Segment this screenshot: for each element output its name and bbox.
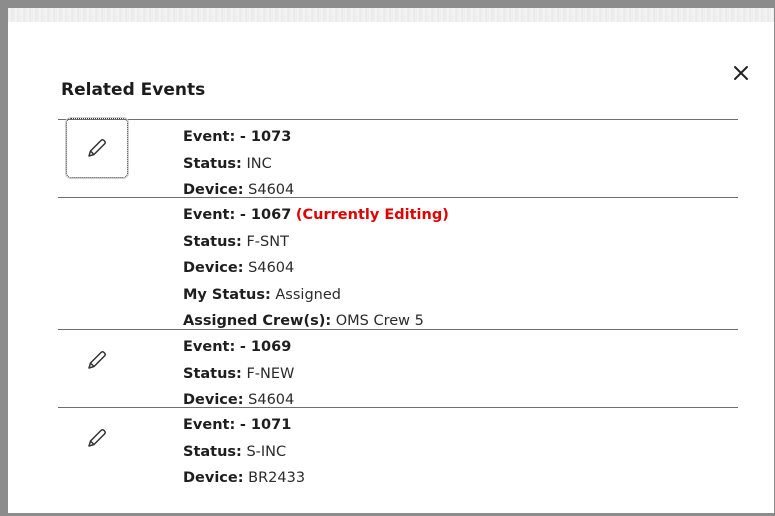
event-details: Event: - 1073 Status: INC Device: S4604 xyxy=(183,124,294,204)
event-item-1067: Event: - 1067 (Currently Editing) Status… xyxy=(58,197,738,329)
event-details: Event: - 1069 Status: F-NEW Device: S460… xyxy=(183,334,294,414)
event-label: Event: xyxy=(183,339,236,355)
event-number: - 1069 xyxy=(239,339,292,355)
event-label: Event: xyxy=(183,417,236,433)
close-icon xyxy=(734,66,748,80)
event-number: - 1067 xyxy=(239,207,292,223)
event-details: Event: - 1067 (Currently Editing) Status… xyxy=(183,202,449,335)
status-label: Status: xyxy=(183,443,242,460)
device-label: Device: xyxy=(183,182,244,198)
pencil-icon xyxy=(88,351,106,369)
status-label: Status: xyxy=(183,155,242,172)
event-label: Event: xyxy=(183,129,236,145)
event-item-1073: Event: - 1073 Status: INC Device: S4604 xyxy=(58,118,738,198)
event-item-1069: Event: - 1069 Status: F-NEW Device: S460… xyxy=(58,329,738,408)
assigned-crews-value: OMS Crew 5 xyxy=(335,313,424,329)
related-events-dialog: Related Events Event: - 1073 Status: INC… xyxy=(8,8,774,513)
status-value: F-NEW xyxy=(246,365,295,382)
status-label: Status: xyxy=(183,365,242,382)
status-value: F-SNT xyxy=(246,233,289,250)
device-value: S4604 xyxy=(248,182,295,198)
device-label: Device: xyxy=(183,392,244,408)
related-events-list: Event: - 1073 Status: INC Device: S4604 … xyxy=(58,118,738,487)
my-status-value: Assigned xyxy=(275,286,341,303)
event-item-1071: Event: - 1071 Status: S-INC Device: BR24… xyxy=(58,407,738,487)
edit-event-button[interactable] xyxy=(66,408,128,468)
event-number: - 1073 xyxy=(239,129,292,145)
event-label: Event: xyxy=(183,207,236,223)
my-status-label: My Status: xyxy=(183,286,271,303)
device-value: BR2433 xyxy=(248,470,306,486)
edit-event-button[interactable] xyxy=(66,330,128,390)
event-details: Event: - 1071 Status: S-INC Device: BR24… xyxy=(183,412,305,492)
edit-event-button[interactable] xyxy=(66,118,128,178)
dialog-top-strip xyxy=(8,8,774,22)
dialog-title: Related Events xyxy=(61,80,206,100)
close-button[interactable] xyxy=(730,62,752,84)
device-value: S4604 xyxy=(248,260,295,276)
status-value: INC xyxy=(246,155,272,172)
pencil-icon xyxy=(88,139,106,157)
device-label: Device: xyxy=(183,470,244,486)
assigned-crews-label: Assigned Crew(s): xyxy=(183,313,332,329)
status-value: S-INC xyxy=(246,443,287,460)
pencil-icon xyxy=(88,429,106,447)
status-label: Status: xyxy=(183,233,242,250)
currently-editing-note: (Currently Editing) xyxy=(295,207,449,223)
event-number: - 1071 xyxy=(239,417,292,433)
device-label: Device: xyxy=(183,260,244,276)
device-value: S4604 xyxy=(248,392,295,408)
